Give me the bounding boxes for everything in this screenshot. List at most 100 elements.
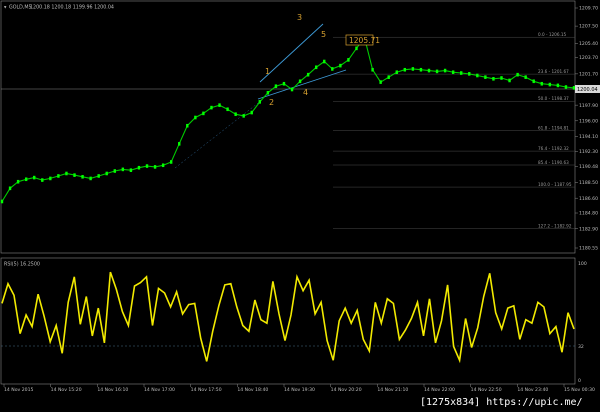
price-bar [178,142,181,146]
price-bar [258,100,262,104]
price-bar [476,73,479,78]
price-bar [339,63,342,68]
time-axis-label: 14 Nov 19:30 [284,387,315,393]
price-bar [113,169,116,173]
price-bar [500,76,503,80]
price-bar [202,111,205,116]
price-bar [516,72,519,77]
price-bar [89,176,92,181]
price-bar [572,86,576,90]
price-axis-label: 1205.40 [579,41,598,47]
price-bar [540,81,543,86]
price-bar [16,179,20,184]
wave-label-3: 3 [297,13,302,22]
wave-label-1: 1 [265,67,270,76]
price-bar [161,163,165,168]
rsi-scale-top: 100 [578,261,587,267]
price-axis-label: 1182.90 [579,226,598,232]
price-bar [234,112,237,117]
rsi-title: RSI(5) 16.2500 [4,262,40,268]
time-axis-label: 14 Nov 17:50 [191,387,222,393]
rsi-scale-bottom: 0 [578,378,581,384]
price-bar [323,59,326,64]
price-bar [419,67,423,72]
time-axis-label: 14 Nov 17:00 [144,387,175,393]
price-bar [137,165,141,170]
price-axis-label: 1197.90 [579,103,598,109]
price-bar [65,171,68,176]
price-bar [49,176,52,181]
rsi-scale-level: 32 [578,344,584,350]
price-axis-label: 1196.00 [579,118,598,124]
time-axis: 14 Nov 2015 14 Nov 15:20 14 Nov 16:10 14 No… [3,384,595,393]
price-bar [460,71,463,75]
price-bar [210,105,213,110]
price-bar [524,75,527,79]
time-axis-label: 14 Nov 22:00 [424,387,455,393]
price-bar [33,175,36,180]
price-bar [242,114,245,118]
fib-value-label: 1205.71 [349,36,380,45]
price-bar [226,107,229,112]
price-axis-label: 1201.70 [579,71,598,77]
time-axis-label: 14 Nov 21:10 [377,387,408,393]
price-bar [73,173,76,177]
price-bar [314,65,318,70]
price-bar [379,80,382,84]
time-axis-label: 15 Nov 00:30 [564,387,595,393]
price-bar [371,67,374,72]
price-bar [194,115,197,120]
price-bar [97,174,100,178]
fib-level-label: 0.0 - 1206.15 [538,32,566,37]
price-bar [492,77,495,81]
price-panel[interactable] [0,0,576,254]
price-bar [411,67,415,71]
wave-label-2: 2 [269,98,274,107]
price-bar [435,69,439,74]
price-bar [564,85,568,89]
price-bar [355,46,358,51]
price-bar [274,84,278,89]
fib-level-label: 100.0 - 1187.95 [538,182,572,187]
fib-level-label: 85.4 - 1190.63 [538,160,569,165]
price-axis-label: 1180.55 [579,246,598,252]
price-bar [403,67,407,72]
price-bar [169,160,173,164]
price-bar [532,79,535,84]
price-bar [468,72,471,76]
time-axis-label: 14 Nov 22:50 [471,387,502,393]
price-bar [443,68,447,73]
price-bar [81,174,84,179]
current-price-value: 1200.04 [577,87,598,93]
price-bar [153,165,157,169]
price-bar [484,75,487,79]
time-axis-label: 14 Nov 20:20 [331,387,362,393]
chart-symbol: GOLD,M5 [9,5,32,11]
price-bar [250,110,253,115]
watermark: [1275x834] https://upic.me/ [420,397,583,408]
price-bar [395,70,398,75]
time-axis-label: 14 Nov 15:20 [51,387,82,393]
price-axis-label: 1192.30 [579,149,598,155]
price-bar [186,123,189,128]
price-bar [8,186,12,191]
price-bar [145,164,149,168]
price-axis-label: 1186.60 [579,196,598,202]
price-axis-label: 1194.10 [579,134,598,140]
price-axis-label: 1188.50 [579,180,598,186]
price-bar [57,174,60,178]
price-bar [218,103,221,107]
trading-terminal: ▾ GOLD,M5 1200.18 1200.18 1199.96 1200.0… [0,0,600,408]
fib-level-label: 127.2 - 1182.92 [538,223,572,228]
price-bar [347,58,350,62]
price-axis: 1209.701207.501205.401203.701201.701199.… [575,6,598,252]
price-axis-label: 1190.48 [579,164,598,170]
wave-label-4: 4 [303,88,308,97]
price-bar [266,91,270,95]
price-bar [298,79,302,84]
price-bar [306,72,310,77]
wave-label-5: 5 [321,30,326,39]
time-axis-label: 14 Nov 2015 [4,387,33,393]
price-bar [387,75,390,79]
price-bar [451,70,455,75]
